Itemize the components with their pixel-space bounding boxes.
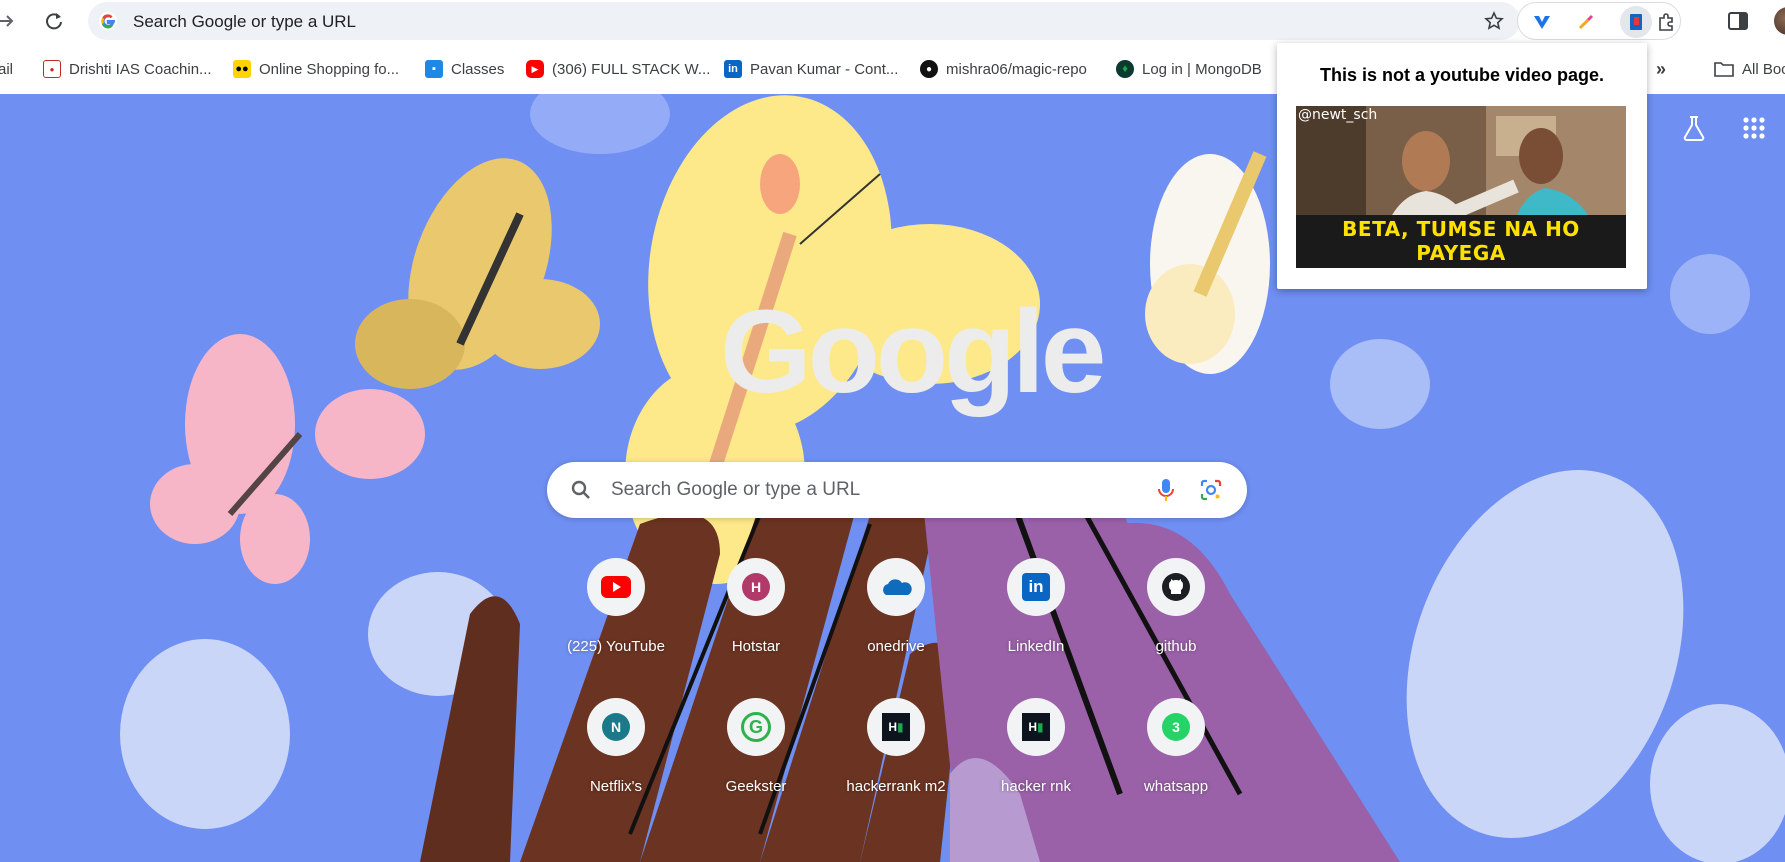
shortcut-label: whatsapp — [1143, 778, 1209, 795]
youtube-helper-extension-icon[interactable] — [1626, 12, 1646, 32]
bookmark-label: Online Shopping fo... — [259, 60, 400, 78]
mongodb-icon: ♦ — [1116, 60, 1134, 78]
vpn-extension-icon[interactable] — [1532, 12, 1552, 32]
bookmark-label: All Boo — [1742, 60, 1785, 78]
google-logo: Google — [720, 286, 1106, 418]
github-icon — [1147, 558, 1205, 616]
bookmark-classes[interactable]: ▪ Classes — [425, 58, 504, 80]
shortcut-whatsapp[interactable]: 3 whatsapp — [1120, 698, 1232, 810]
puzzle-extensions-icon[interactable] — [1656, 12, 1676, 32]
bookmark-label: mishra06/magic-repo — [946, 60, 1087, 78]
bookmark-label: Log in | MongoDB — [1142, 60, 1262, 78]
drishti-icon: ● — [43, 60, 61, 78]
google-apps-grid-icon[interactable] — [1740, 114, 1768, 142]
bookmark-github[interactable]: ● mishra06/magic-repo — [920, 58, 1087, 80]
voice-search-mic-icon[interactable] — [1154, 477, 1178, 503]
hackerrank-icon: H ▮ — [867, 698, 925, 756]
shortcut-linkedin[interactable]: in LinkedIn — [980, 558, 1092, 670]
color-picker-extension-icon[interactable] — [1576, 12, 1596, 32]
shortcut-geekster[interactable]: G Geekster — [700, 698, 812, 810]
bookmark-shopping[interactable]: ●● Online Shopping fo... — [233, 58, 399, 80]
youtube-icon — [587, 558, 645, 616]
onedrive-icon — [867, 558, 925, 616]
bookmark-label: Drishti IAS Coachin... — [69, 60, 212, 78]
bookmark-linkedin[interactable]: in Pavan Kumar - Cont... — [724, 58, 898, 80]
whatsapp-icon: 3 — [1147, 698, 1205, 756]
shortcut-label: LinkedIn — [1007, 638, 1065, 655]
bookmarks-overflow-button[interactable]: » — [1656, 58, 1666, 80]
hackerrank-icon: H ▮ — [1007, 698, 1065, 756]
shortcut-label: github — [1155, 638, 1197, 655]
omnibox[interactable]: Search Google or type a URL — [88, 2, 1520, 40]
shortcut-netflix[interactable]: N Netflix's — [560, 698, 672, 810]
meme-handle: @newt_sch — [1298, 107, 1378, 123]
google-g-icon — [99, 12, 117, 30]
omnibox-placeholder: Search Google or type a URL — [133, 12, 357, 31]
google-lens-icon[interactable] — [1199, 478, 1223, 502]
bookmark-label: Classes — [451, 60, 505, 78]
browser-toolbar: Search Google or type a URL — [0, 0, 1785, 42]
extensions-area — [1517, 2, 1681, 40]
side-panel-icon[interactable] — [1727, 10, 1749, 32]
linkedin-icon: in — [1007, 558, 1065, 616]
shortcut-label: onedrive — [867, 638, 925, 655]
shortcut-label: Hotstar — [731, 638, 781, 655]
shopping-icon: ●● — [233, 60, 251, 78]
bookmark-star-icon[interactable] — [1484, 11, 1504, 31]
shortcut-hotstar[interactable]: H Hotstar — [700, 558, 812, 670]
bookmark-label: ail — [0, 60, 14, 78]
shortcut-label: Netflix's — [589, 778, 643, 795]
ntp-search-box[interactable]: Search Google or type a URL — [547, 462, 1247, 518]
shortcut-label: Geekster — [725, 778, 787, 795]
geekster-icon: G — [727, 698, 785, 756]
bookmark-fullstack[interactable]: ▶ (306) FULL STACK W... — [526, 58, 710, 80]
bookmark-drishti[interactable]: ● Drishti IAS Coachin... — [43, 58, 212, 80]
shortcut-youtube[interactable]: (225) YouTube — [560, 558, 672, 670]
shortcut-label: hackerrank m2 — [846, 778, 946, 795]
github-icon: ● — [920, 60, 938, 78]
chrome-labs-icon[interactable] — [1680, 114, 1708, 142]
search-icon — [571, 480, 590, 499]
search-placeholder: Search Google or type a URL — [611, 479, 861, 500]
bookmark-mongodb[interactable]: ♦ Log in | MongoDB — [1116, 58, 1262, 80]
netflix-icon: N — [587, 698, 645, 756]
shortcut-onedrive[interactable]: onedrive — [840, 558, 952, 670]
meme-image: @newt_sch BETA, TUMSE NA HO PAYEGA — [1296, 106, 1626, 268]
shortcut-hacker-rnk[interactable]: H ▮ hacker rnk — [980, 698, 1092, 810]
youtube-icon: ▶ — [526, 60, 544, 78]
popup-title: This is not a youtube video page. — [1319, 65, 1605, 85]
reload-icon[interactable] — [39, 6, 69, 36]
shortcut-label: (225) YouTube — [567, 638, 665, 655]
all-bookmarks-button[interactable]: All Boo — [1714, 58, 1785, 80]
hotstar-icon: H — [727, 558, 785, 616]
classroom-icon: ▪ — [425, 60, 443, 78]
linkedin-icon: in — [724, 60, 742, 78]
forward-arrow-icon[interactable] — [0, 6, 22, 36]
shortcut-github[interactable]: github — [1120, 558, 1232, 670]
profile-avatar[interactable] — [1774, 7, 1785, 35]
meme-caption: BETA, TUMSE NA HO PAYEGA — [1296, 215, 1626, 268]
shortcut-hackerrank-m2[interactable]: H ▮ hackerrank m2 — [840, 698, 952, 810]
shortcut-label: hacker rnk — [1000, 778, 1072, 795]
bookmark-label: Pavan Kumar - Cont... — [750, 60, 899, 78]
folder-icon — [1714, 62, 1734, 77]
bookmark-label: (306) FULL STACK W... — [552, 60, 711, 78]
extension-popup: This is not a youtube video page. @newt_… — [1277, 43, 1647, 289]
bookmark-gmail[interactable]: ail — [0, 58, 13, 80]
